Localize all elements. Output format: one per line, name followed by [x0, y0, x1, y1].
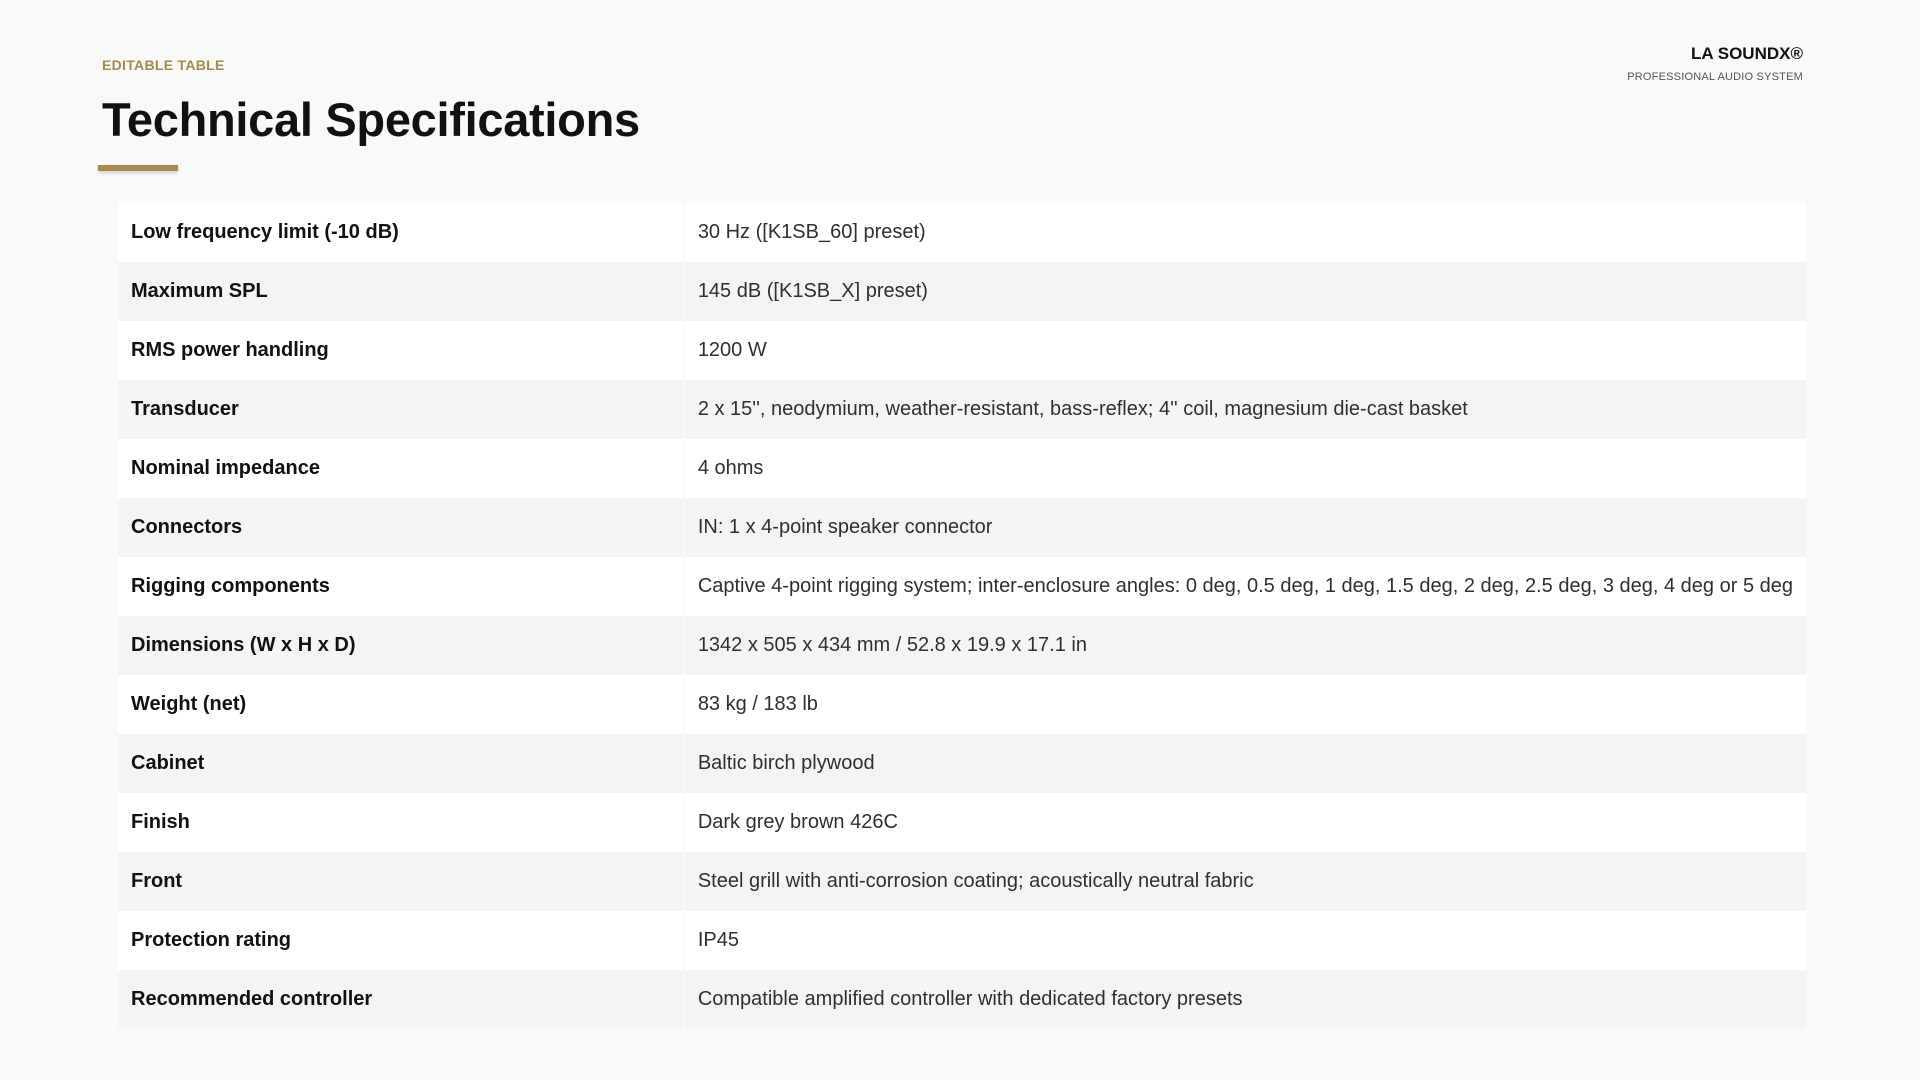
brand-block: LA SOUNDX® PROFESSIONAL AUDIO SYSTEM: [1627, 44, 1803, 83]
page-title: Technical Specifications: [102, 93, 640, 146]
spec-label[interactable]: Nominal impedance: [118, 439, 685, 498]
table-row: Nominal impedance 4 ohms: [118, 439, 1806, 498]
table-row: Finish Dark grey brown 426C: [118, 793, 1806, 852]
spec-label[interactable]: Connectors: [118, 498, 685, 557]
table-row: Cabinet Baltic birch plywood: [118, 734, 1806, 793]
spec-value[interactable]: 4 ohms: [684, 439, 1806, 498]
spec-label[interactable]: Finish: [118, 793, 685, 852]
brand-name: LA SOUNDX®: [1690, 44, 1803, 63]
table-row: Dimensions (W x H x D) 1342 x 505 x 434 …: [118, 616, 1806, 675]
spec-label[interactable]: Front: [118, 852, 685, 911]
spec-label[interactable]: Transducer: [118, 380, 685, 439]
table-row: Low frequency limit (-10 dB) 30 Hz ([K1S…: [118, 203, 1806, 262]
table-row: RMS power handling 1200 W: [118, 321, 1806, 380]
spec-label[interactable]: Protection rating: [118, 911, 685, 970]
title-underline: [98, 165, 178, 171]
spec-label[interactable]: RMS power handling: [118, 321, 685, 380]
spec-value[interactable]: 2 x 15'', neodymium, weather-resistant, …: [684, 380, 1806, 439]
page-eyebrow: EDITABLE TABLE: [102, 57, 225, 73]
spec-label[interactable]: Recommended controller: [118, 970, 685, 1029]
spec-value[interactable]: 145 dB ([K1SB_X] preset): [684, 262, 1806, 321]
table-row: Front Steel grill with anti-corrosion co…: [118, 852, 1806, 911]
table-row: Weight (net) 83 kg / 183 lb: [118, 675, 1806, 734]
spec-label[interactable]: Dimensions (W x H x D): [118, 616, 685, 675]
spec-value[interactable]: 83 kg / 183 lb: [684, 675, 1806, 734]
spec-value[interactable]: Captive 4-point rigging system; inter-en…: [684, 557, 1806, 616]
table-row: Protection rating IP45: [118, 911, 1806, 970]
spec-value[interactable]: Steel grill with anti-corrosion coating;…: [684, 852, 1806, 911]
spec-value[interactable]: IN: 1 x 4-point speaker connector: [684, 498, 1806, 557]
table-row: Rigging components Captive 4-point riggi…: [118, 557, 1806, 616]
spec-label[interactable]: Weight (net): [118, 675, 685, 734]
table-row: Transducer 2 x 15'', neodymium, weather-…: [118, 380, 1806, 439]
spec-value[interactable]: Baltic birch plywood: [684, 734, 1806, 793]
spec-value[interactable]: 1200 W: [684, 321, 1806, 380]
spec-table: Low frequency limit (-10 dB) 30 Hz ([K1S…: [118, 203, 1806, 1029]
spec-value[interactable]: IP45: [684, 911, 1806, 970]
table-row: Recommended controller Compatible amplif…: [118, 970, 1806, 1029]
spec-label[interactable]: Low frequency limit (-10 dB): [118, 203, 685, 262]
spec-value[interactable]: 30 Hz ([K1SB_60] preset): [684, 203, 1806, 262]
spec-value[interactable]: 1342 x 505 x 434 mm / 52.8 x 19.9 x 17.1…: [684, 616, 1806, 675]
brand-tagline: PROFESSIONAL AUDIO SYSTEM: [1627, 71, 1803, 83]
spec-label[interactable]: Maximum SPL: [118, 262, 685, 321]
spec-value[interactable]: Compatible amplified controller with ded…: [684, 970, 1806, 1029]
table-row: Maximum SPL 145 dB ([K1SB_X] preset): [118, 262, 1806, 321]
table-row: Connectors IN: 1 x 4-point speaker conne…: [118, 498, 1806, 557]
spec-label[interactable]: Cabinet: [118, 734, 685, 793]
spec-value[interactable]: Dark grey brown 426C: [684, 793, 1806, 852]
spec-label[interactable]: Rigging components: [118, 557, 685, 616]
